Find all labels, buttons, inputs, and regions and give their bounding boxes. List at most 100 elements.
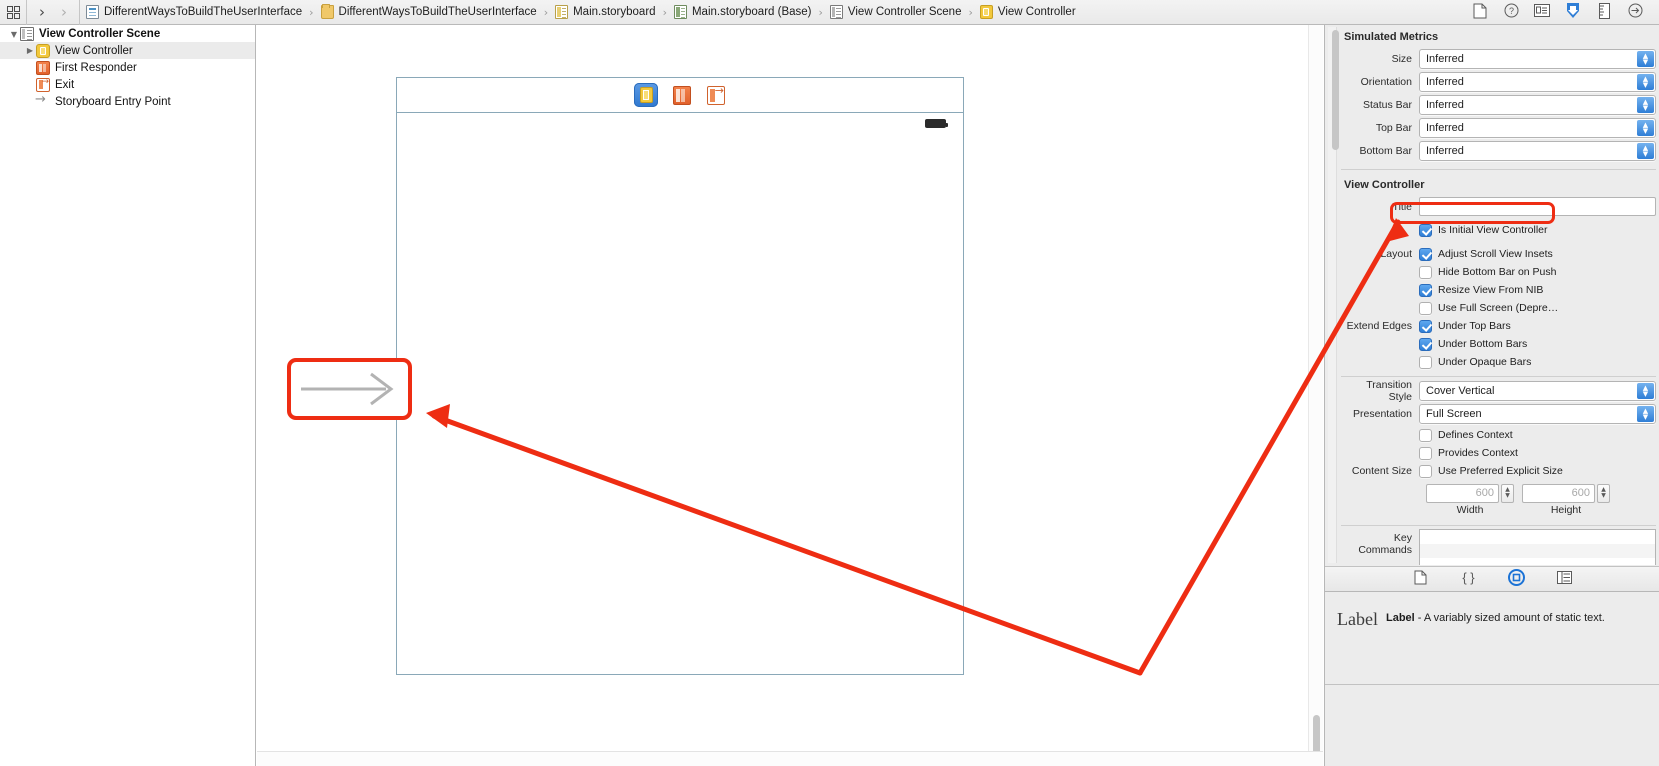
- defines-context-label: Defines Context: [1438, 429, 1513, 441]
- content-width-input[interactable]: 600: [1426, 483, 1499, 503]
- is-initial-view-controller-row[interactable]: Is Initial View Controller: [1341, 221, 1656, 239]
- outline-row-label: Exit: [55, 78, 75, 91]
- root-view[interactable]: [397, 114, 963, 674]
- inspector-scrollbar-thumb[interactable]: [1332, 30, 1339, 150]
- exit-dock-icon[interactable]: [706, 84, 726, 105]
- storyboard-base-icon: [673, 5, 687, 19]
- provides-context-row[interactable]: Provides Context: [1341, 444, 1656, 462]
- content-height-stepper[interactable]: ▲ ▼: [1597, 483, 1610, 503]
- is-initial-view-controller-checkbox[interactable]: [1419, 223, 1432, 237]
- attributes-inspector[interactable]: [1559, 2, 1587, 22]
- interface-builder-canvas[interactable]: [257, 25, 1323, 766]
- canvas-horizontal-scrollbar[interactable]: [257, 751, 1323, 766]
- outline-row-exit[interactable]: Exit: [0, 76, 255, 93]
- scene-dock: [397, 78, 963, 113]
- attributes-inspector-panel: Simulated Metrics Size Inferred ▲ ▼ Orientat…: [1324, 25, 1659, 766]
- under-top-bars-row[interactable]: Extend Edges Under Top Bars: [1341, 317, 1656, 335]
- defines-context-checkbox[interactable]: [1419, 428, 1432, 442]
- library-object-detail: Label Label - A variably sized amount of…: [1325, 593, 1659, 685]
- breadcrumb-item-4[interactable]: Main.storyboard (Base): [673, 0, 812, 25]
- content-size-row[interactable]: Content Size Use Preferred Explicit Size: [1341, 462, 1656, 480]
- grid-icon[interactable]: [0, 0, 26, 25]
- disclosure-triangle-closed-icon[interactable]: ▶: [24, 45, 36, 57]
- connections-inspector[interactable]: [1621, 2, 1649, 22]
- top-bar-label: Top Bar: [1375, 121, 1412, 134]
- arrow-circle-icon: [1628, 3, 1643, 21]
- content-height-input[interactable]: 600: [1522, 483, 1595, 503]
- under-bottom-bars-checkbox[interactable]: [1419, 337, 1432, 351]
- first-responder-dock-icon[interactable]: [672, 85, 692, 105]
- library-object-description: Label - A variably sized amount of stati…: [1386, 607, 1605, 625]
- identity-card-icon: [1534, 4, 1550, 20]
- breadcrumb-item-1[interactable]: DifferentWaysToBuildTheUserInterface: [86, 0, 302, 25]
- top-bar-row: Top Bar Inferred ▲ ▼: [1341, 117, 1656, 138]
- hide-bottom-bar-on-push-row[interactable]: Hide Bottom Bar on Push: [1341, 263, 1656, 281]
- quick-help-inspector[interactable]: ?: [1497, 2, 1525, 22]
- title-input[interactable]: [1419, 197, 1656, 216]
- size-inspector[interactable]: [1590, 2, 1618, 22]
- orientation-select[interactable]: Inferred ▲ ▼: [1419, 71, 1656, 92]
- identity-inspector[interactable]: [1528, 2, 1556, 22]
- breadcrumb-item-3[interactable]: Main.storyboard: [555, 0, 656, 25]
- bottom-bar-select[interactable]: Inferred ▲ ▼: [1419, 140, 1656, 161]
- folder-icon: [320, 4, 334, 19]
- breadcrumb-separator: ›: [818, 5, 823, 19]
- file-template-library-tab[interactable]: [1411, 569, 1431, 589]
- adjust-scroll-view-insets-row[interactable]: Layout Adjust Scroll View Insets: [1341, 245, 1656, 263]
- use-full-screen-depre-row[interactable]: Use Full Screen (Depre…: [1341, 299, 1656, 317]
- context-options: Defines Context Provides Context: [1341, 426, 1656, 462]
- canvas-vertical-scrollbar[interactable]: [1308, 25, 1323, 766]
- hide-bottom-bar-on-push-checkbox[interactable]: [1419, 265, 1432, 279]
- entry-point-arrow-icon[interactable]: [291, 362, 408, 416]
- outline-row-view-controller-scene[interactable]: ▼ View Controller Scene: [0, 25, 255, 42]
- view-controller-header: View Controller: [1344, 179, 1425, 191]
- svg-text:?: ?: [1508, 6, 1513, 16]
- resize-view-from-nib-row[interactable]: Resize View From NIB: [1341, 281, 1656, 299]
- breadcrumb-item-2[interactable]: DifferentWaysToBuildTheUserInterface: [320, 0, 537, 25]
- bottom-bar-row: Bottom Bar Inferred ▲ ▼: [1341, 140, 1656, 161]
- status-bar-select[interactable]: Inferred ▲ ▼: [1419, 94, 1656, 115]
- inspector-selector-bar: ?: [1466, 0, 1659, 25]
- chevron-updown-icon: ▲ ▼: [1637, 405, 1654, 422]
- size-select[interactable]: Inferred ▲ ▼: [1419, 48, 1656, 69]
- library-list[interactable]: [1325, 686, 1659, 766]
- back-chevron-icon[interactable]: ›: [31, 0, 53, 25]
- presentation-select[interactable]: Full Screen ▲ ▼: [1419, 403, 1656, 424]
- chevron-updown-icon: ▲ ▼: [1637, 96, 1654, 113]
- under-opaque-bars-checkbox[interactable]: [1419, 355, 1432, 369]
- forward-chevron-icon[interactable]: ›: [53, 0, 75, 25]
- breadcrumb-item-6[interactable]: View Controller: [979, 0, 1076, 25]
- height-label: Height: [1550, 504, 1582, 516]
- adjust-scroll-view-insets-checkbox[interactable]: [1419, 247, 1432, 261]
- breadcrumb-item-5[interactable]: View Controller Scene: [829, 0, 961, 25]
- file-inspector[interactable]: [1466, 2, 1494, 22]
- key-commands-list[interactable]: [1419, 529, 1656, 565]
- defines-context-row[interactable]: Defines Context: [1341, 426, 1656, 444]
- content-size-label: Content Size: [1351, 465, 1412, 477]
- view-controller-scene-canvas[interactable]: [396, 77, 964, 675]
- under-top-bars-checkbox[interactable]: [1419, 319, 1432, 333]
- resize-view-from-nib-checkbox[interactable]: [1419, 283, 1432, 297]
- code-snippet-library-tab[interactable]: { }: [1459, 569, 1479, 589]
- under-bottom-bars-row[interactable]: Under Bottom Bars: [1341, 335, 1656, 353]
- provides-context-checkbox[interactable]: [1419, 446, 1432, 460]
- use-preferred-explicit-size-checkbox[interactable]: [1419, 464, 1432, 478]
- top-bar-value: Inferred: [1426, 121, 1464, 134]
- orientation-row: Orientation Inferred ▲ ▼: [1341, 71, 1656, 92]
- top-bar-select[interactable]: Inferred ▲ ▼: [1419, 117, 1656, 138]
- use-full-screen-depre-checkbox[interactable]: [1419, 301, 1432, 315]
- transition-style-select[interactable]: Cover Vertical ▲ ▼: [1419, 380, 1656, 401]
- section-divider-2: [1341, 376, 1656, 377]
- outline-row-view-controller[interactable]: ▶ View Controller: [0, 42, 255, 59]
- outline-row-first-responder[interactable]: First Responder: [0, 59, 255, 76]
- storyboard-icon: [555, 5, 569, 19]
- content-width-stepper[interactable]: ▲ ▼: [1501, 483, 1514, 503]
- disclosure-triangle-open-icon[interactable]: ▼: [8, 28, 20, 40]
- inspector-scrollbar[interactable]: [1328, 27, 1339, 563]
- view-controller-dock-icon[interactable]: [634, 83, 658, 107]
- media-library-tab[interactable]: [1555, 569, 1575, 589]
- object-library-tab[interactable]: [1507, 569, 1527, 589]
- outline-row-storyboard-entry-point[interactable]: Storyboard Entry Point: [0, 92, 255, 110]
- under-opaque-bars-row[interactable]: Under Opaque Bars: [1341, 353, 1656, 371]
- exit-glyph-icon: [707, 84, 725, 105]
